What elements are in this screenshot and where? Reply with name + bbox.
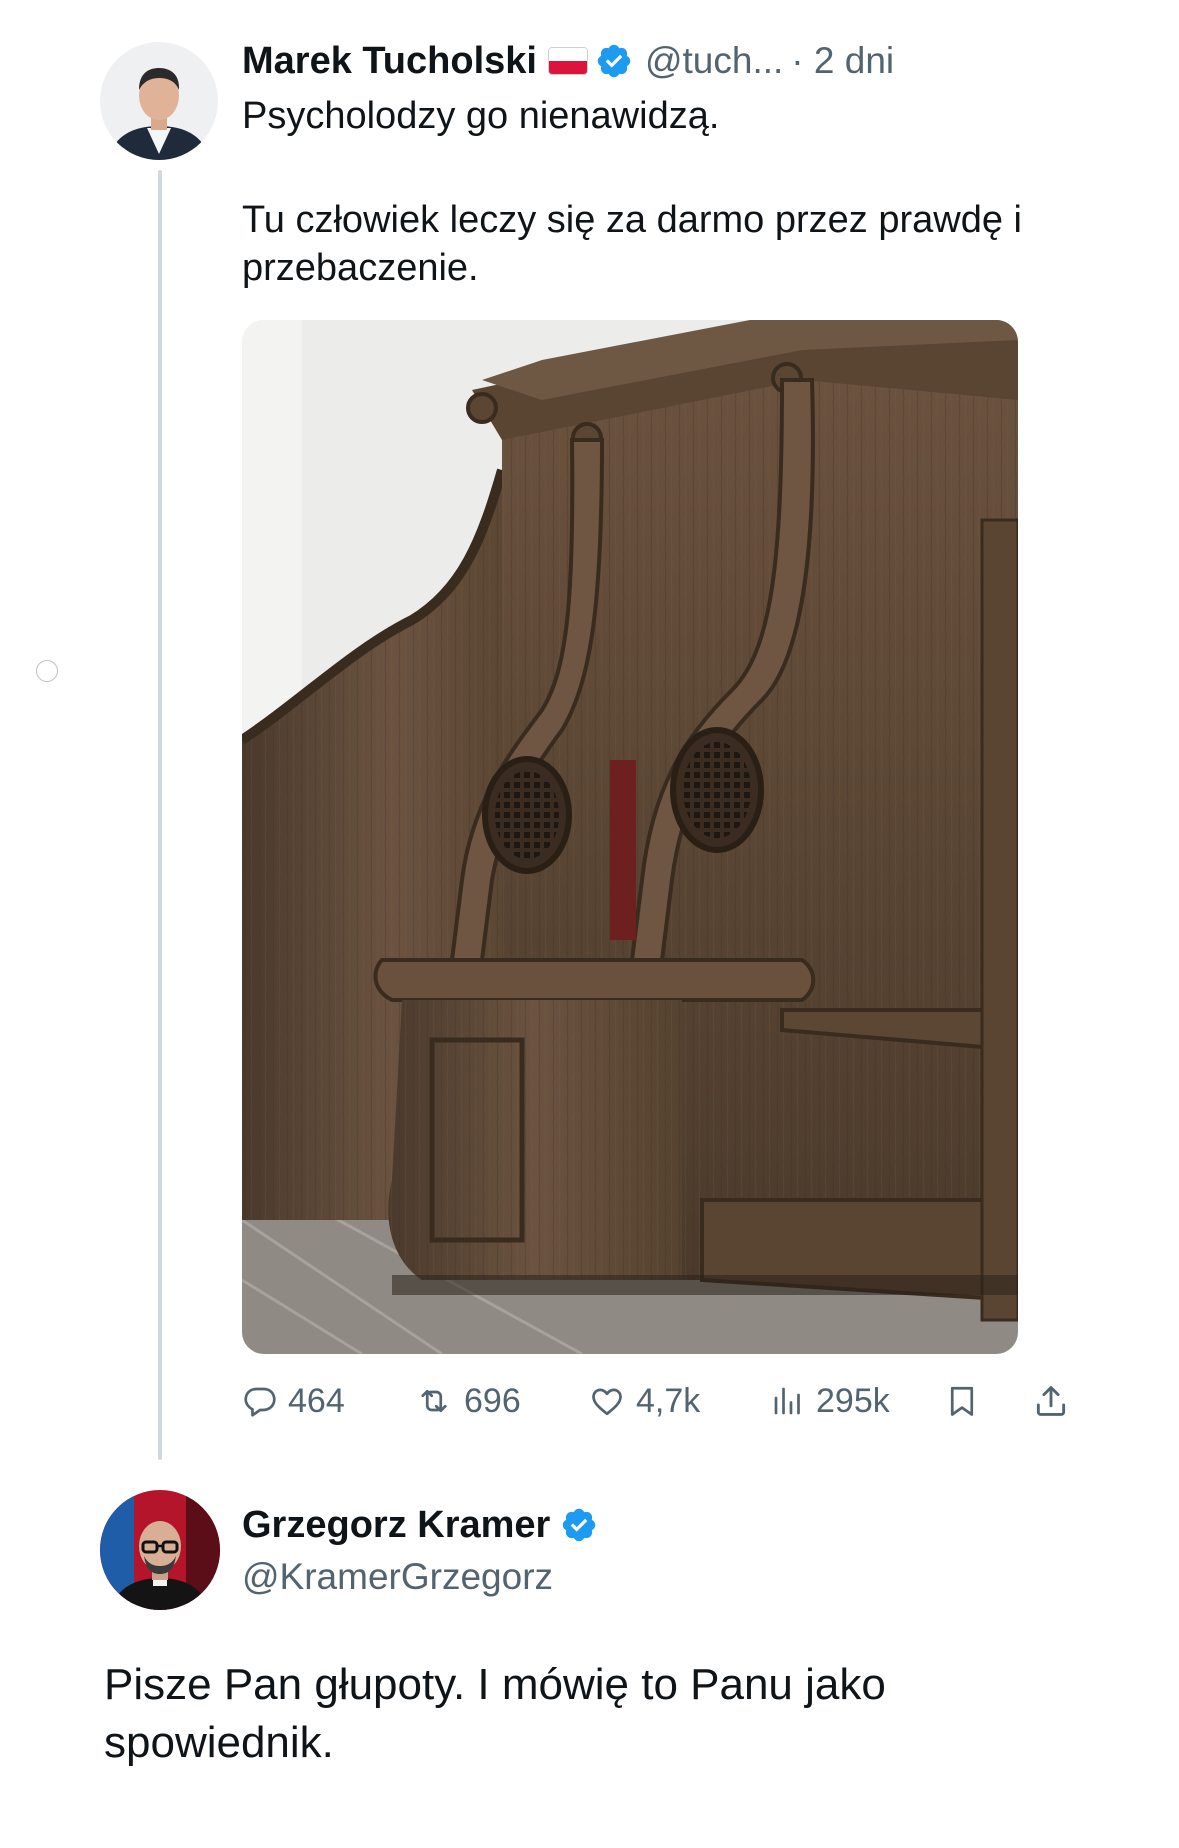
views-chart-icon bbox=[774, 1387, 800, 1415]
reply-action[interactable]: 464 bbox=[242, 1374, 345, 1428]
share-upload-icon bbox=[1036, 1386, 1066, 1416]
tweet-text-body: Tu człowiek leczy się za darmo przez pra… bbox=[242, 199, 1022, 289]
reply-handle-row: @KramerGrzegorz bbox=[242, 1552, 553, 1602]
tweet-author-row: Marek Tucholski @tuch... · 2 dni bbox=[242, 36, 894, 86]
avatar-marek-tucholski[interactable] bbox=[100, 42, 218, 160]
bookmark-icon bbox=[950, 1386, 974, 1416]
like-action[interactable]: 4,7k bbox=[588, 1374, 700, 1428]
avatar-grzegorz-kramer[interactable] bbox=[100, 1490, 220, 1610]
author-handle[interactable]: @tuch... bbox=[645, 40, 783, 82]
share-action[interactable] bbox=[1032, 1374, 1070, 1428]
thread-connector-line bbox=[158, 170, 162, 1460]
tweet-action-bar: 464 696 4,7k 295k bbox=[242, 1374, 1082, 1428]
verified-badge-icon bbox=[595, 42, 633, 80]
repost-count: 696 bbox=[464, 1381, 521, 1420]
views-action[interactable]: 295k bbox=[770, 1374, 890, 1428]
reply-author-display-name[interactable]: Grzegorz Kramer bbox=[242, 1504, 550, 1547]
repost-action[interactable]: 696 bbox=[414, 1374, 521, 1428]
bookmark-action[interactable] bbox=[944, 1374, 980, 1428]
views-count: 295k bbox=[816, 1381, 890, 1420]
heart-icon bbox=[592, 1388, 622, 1416]
poland-flag-icon bbox=[548, 48, 587, 74]
author-display-name[interactable]: Marek Tucholski bbox=[242, 40, 537, 83]
like-count: 4,7k bbox=[636, 1381, 701, 1420]
radio-dot-icon bbox=[36, 660, 58, 682]
reply-author-handle[interactable]: @KramerGrzegorz bbox=[242, 1556, 553, 1598]
reply-bubble-icon bbox=[244, 1387, 276, 1417]
reply-text: Pisze Pan głupoty. I mówię to Panu jako … bbox=[104, 1660, 886, 1767]
tweet-media-image[interactable] bbox=[242, 320, 1018, 1354]
tweet-timestamp[interactable]: · 2 dni bbox=[791, 40, 894, 82]
reply-count: 464 bbox=[288, 1381, 345, 1420]
tweet-text-line1: Psycholodzy go nienawidzą. bbox=[242, 95, 720, 137]
verified-badge-icon bbox=[560, 1506, 598, 1544]
reply-author-row: Grzegorz Kramer bbox=[242, 1500, 598, 1550]
repost-icon bbox=[421, 1389, 447, 1413]
